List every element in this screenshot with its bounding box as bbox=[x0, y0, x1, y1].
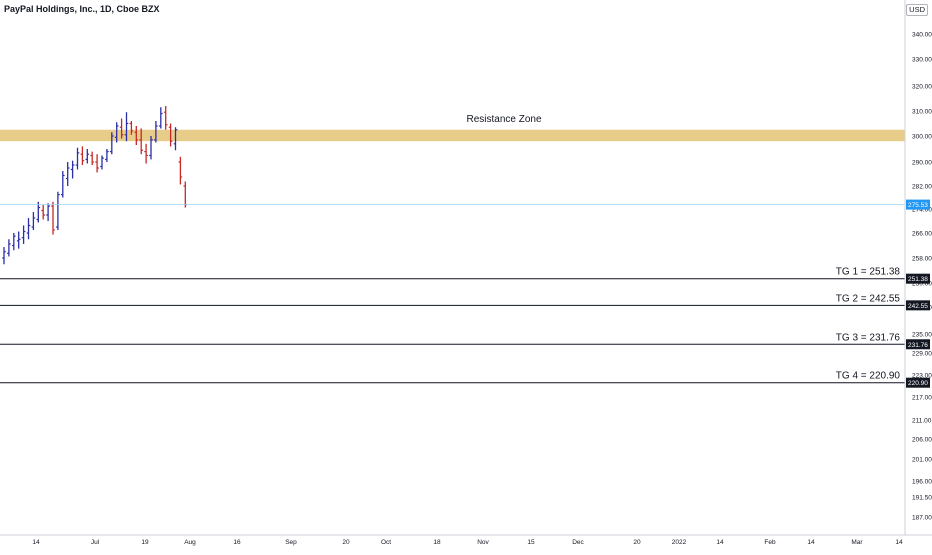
ohlc-bar bbox=[26, 218, 31, 240]
ohlc-bar bbox=[100, 155, 104, 170]
x-tick-label: 20 bbox=[342, 539, 350, 546]
symbol-title: PayPal Holdings, Inc., 1D, Cboe BZX bbox=[4, 4, 160, 14]
x-tick-label: Sep bbox=[285, 539, 297, 546]
y-tick-label: 235.00 bbox=[912, 332, 932, 339]
y-tick-label: 290.00 bbox=[912, 160, 932, 167]
y-tick-label: 340.00 bbox=[912, 32, 932, 39]
x-tick-label: Nov bbox=[477, 539, 489, 546]
ohlc-bar bbox=[95, 154, 99, 173]
ohlc-bar bbox=[12, 233, 16, 251]
ohlc-bar bbox=[46, 203, 50, 221]
resistance-zone-label: Resistance Zone bbox=[466, 114, 541, 125]
ohlc-bar bbox=[80, 146, 85, 165]
ohlc-bar bbox=[163, 106, 168, 130]
x-tick-label: Oct bbox=[381, 539, 391, 546]
x-tick-label: 19 bbox=[141, 539, 149, 546]
x-tick-label: Mar bbox=[851, 539, 863, 546]
y-tick-label: 187.00 bbox=[912, 515, 932, 522]
ohlc-bar bbox=[65, 162, 70, 186]
x-tick-label: 14 bbox=[716, 539, 724, 546]
ohlc-bar bbox=[90, 151, 94, 165]
currency-badge[interactable]: USD bbox=[906, 4, 928, 16]
x-tick-label: 16 bbox=[233, 539, 241, 546]
ohlc-bar bbox=[21, 225, 26, 244]
ohlc-bar bbox=[70, 160, 75, 179]
ohlc-bar bbox=[144, 143, 148, 164]
y-tick-label: 191.50 bbox=[912, 495, 932, 502]
ohlc-bar bbox=[51, 201, 55, 235]
ohlc-bar bbox=[2, 247, 6, 265]
x-tick-label: Dec bbox=[572, 539, 584, 546]
x-tick-label: 14 bbox=[807, 539, 815, 546]
x-tick-label: Jul bbox=[91, 539, 100, 546]
y-tick-label: 330.00 bbox=[912, 57, 932, 64]
target-label-2: TG 2 = 242.55 bbox=[836, 293, 901, 304]
x-tick-label: Feb bbox=[764, 539, 776, 546]
target-tag-text-2: 242.55 bbox=[908, 303, 928, 310]
ohlc-bar bbox=[41, 204, 45, 220]
x-tick-label: 15 bbox=[527, 539, 535, 546]
ohlc-bar bbox=[105, 149, 109, 162]
ohlc-bar bbox=[16, 231, 21, 249]
x-tick-label: 14 bbox=[895, 539, 903, 546]
ohlc-bar bbox=[75, 147, 80, 170]
ohlc-bar bbox=[61, 171, 65, 198]
target-label-4: TG 4 = 220.90 bbox=[836, 371, 901, 382]
ohlc-bar bbox=[56, 191, 60, 230]
x-tick-label: 2022 bbox=[672, 539, 687, 546]
ohlc-bar bbox=[159, 107, 163, 129]
x-tick-label: 14 bbox=[32, 539, 40, 546]
y-tick-label: 258.00 bbox=[912, 256, 932, 263]
target-tag-text-4: 220.90 bbox=[908, 380, 928, 387]
target-label-3: TG 3 = 231.76 bbox=[836, 332, 901, 343]
target-label-1: TG 1 = 251.38 bbox=[836, 267, 901, 278]
y-tick-label: 282.00 bbox=[912, 184, 932, 191]
y-tick-label: 217.00 bbox=[912, 395, 932, 402]
y-tick-label: 206.00 bbox=[912, 437, 932, 444]
y-tick-label: 211.00 bbox=[912, 418, 932, 425]
y-tick-label: 229.00 bbox=[912, 351, 932, 358]
ohlc-bar bbox=[85, 149, 90, 164]
current-price-tag-text: 275.53 bbox=[908, 202, 928, 209]
x-tick-label: Aug bbox=[184, 539, 196, 546]
chart-area[interactable]: 187.00 191.50 196.00 201.00 206.00 211.00 217.… bbox=[0, 0, 932, 550]
y-tick-label: 196.00 bbox=[912, 479, 932, 486]
target-tag-text-1: 251.38 bbox=[908, 276, 928, 283]
y-tick-label: 266.00 bbox=[912, 231, 932, 238]
y-tick-label: 310.00 bbox=[912, 109, 932, 116]
x-tick-label: 20 bbox=[633, 539, 641, 546]
ohlc-bar bbox=[178, 156, 183, 185]
ohlc-bar bbox=[183, 181, 188, 208]
y-tick-label: 320.00 bbox=[912, 84, 932, 91]
price-chart[interactable]: 187.00 191.50 196.00 201.00 206.00 211.00 217.… bbox=[0, 0, 932, 550]
y-tick-label: 300.00 bbox=[912, 134, 932, 141]
ohlc-bar bbox=[7, 239, 11, 257]
ohlc-bar bbox=[31, 212, 36, 230]
x-tick-label: 18 bbox=[433, 539, 441, 546]
target-tag-text-3: 231.76 bbox=[908, 342, 928, 349]
y-tick-label: 201.00 bbox=[912, 457, 932, 464]
